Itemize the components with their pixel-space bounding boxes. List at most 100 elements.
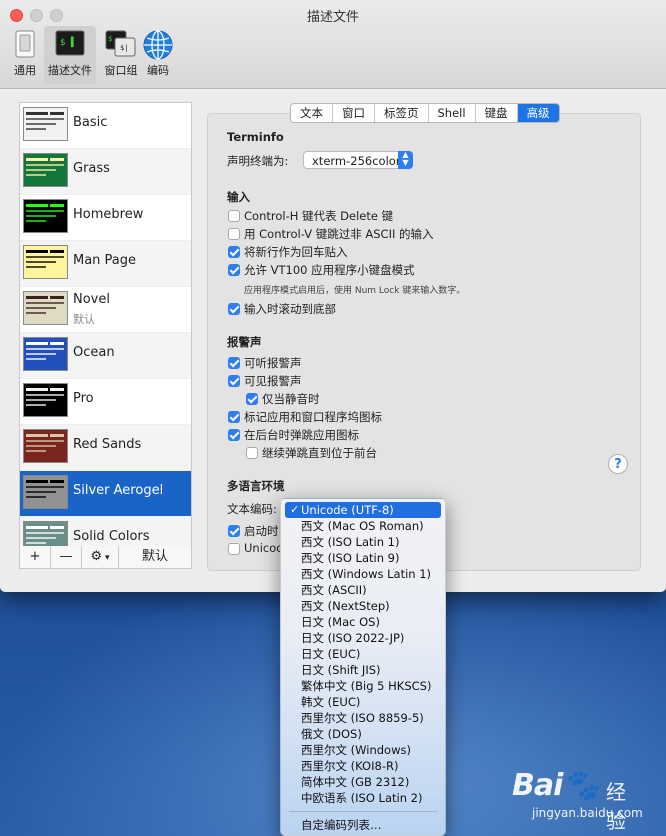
- unicode-east-asian-checkbox[interactable]: [228, 543, 240, 555]
- profile-name: Novel: [73, 292, 110, 307]
- encoding-menu-item[interactable]: 西文 (ASCII): [281, 582, 445, 598]
- profile-thumbnail: [23, 475, 68, 509]
- encoding-menu-item[interactable]: 繁体中文 (Big 5 HKSCS): [281, 678, 445, 694]
- encoding-menu-item[interactable]: 日文 (ISO 2022-JP): [281, 630, 445, 646]
- encoding-menu-item-label: 西文 (ISO Latin 1): [301, 535, 400, 549]
- encoding-menu-item[interactable]: 俄文 (DOS): [281, 726, 445, 742]
- bounce-until-front-checkbox[interactable]: [246, 447, 258, 459]
- toolbar-profiles[interactable]: $ ▌ 描述文件: [44, 26, 96, 84]
- tab-tabs[interactable]: 标签页: [375, 104, 429, 122]
- tab-window[interactable]: 窗口: [333, 104, 375, 122]
- profile-item[interactable]: Silver Aerogel: [20, 471, 191, 517]
- add-profile-button[interactable]: +: [20, 546, 51, 568]
- bounce-dock-icon-checkbox[interactable]: [228, 429, 240, 441]
- tab-advanced[interactable]: 高级: [517, 104, 559, 122]
- chevron-down-icon: ▾: [102, 553, 110, 563]
- profile-name: Man Page: [73, 253, 137, 268]
- profile-list: Basic Grass Homebrew Man Page Novel 默认 Ocean Pr…: [19, 102, 192, 563]
- badge-dock-icon-checkbox[interactable]: [228, 411, 240, 423]
- paste-newlines-label: 将新行作为回车贴入: [244, 245, 348, 259]
- profile-name: Grass: [73, 161, 110, 176]
- vt100-keypad-checkbox[interactable]: [228, 264, 240, 276]
- profile-list-controls: + — ⚙ ▾ 默认: [19, 546, 192, 569]
- encoding-menu-item[interactable]: 西文 (NextStep): [281, 598, 445, 614]
- globe-icon: [143, 30, 173, 60]
- terminal-type-select[interactable]: xterm-256color ▲ ▼: [303, 151, 413, 169]
- profile-item[interactable]: Ocean: [20, 333, 191, 379]
- encoding-menu-item[interactable]: 西里尔文 (ISO 8859-5): [281, 710, 445, 726]
- encoding-menu-item[interactable]: 西文 (ISO Latin 1): [281, 534, 445, 550]
- encoding-menu-item[interactable]: 西文 (Mac OS Roman): [281, 518, 445, 534]
- profile-item[interactable]: Basic: [20, 103, 191, 149]
- titlebar: 描述文件 通用 $ ▌ 描述文件 $ $| 窗口组 编码: [0, 0, 666, 89]
- encoding-menu-item[interactable]: 简体中文 (GB 2312): [281, 774, 445, 790]
- terminal-type-value: xterm-256color: [312, 154, 401, 168]
- set-locale-label: 启动时: [244, 524, 279, 538]
- profile-name: Basic: [73, 115, 108, 130]
- encoding-menu-item[interactable]: 中欧语系 (ISO Latin 2): [281, 790, 445, 806]
- encoding-popup-menu: ✓ Unicode (UTF-8) 西文 (Mac OS Roman) 西文 (ISO…: [280, 498, 446, 836]
- svg-text:$|: $|: [120, 44, 128, 52]
- encoding-menu-item-label: 中欧语系 (ISO Latin 2): [301, 791, 423, 805]
- encoding-menu-item-label: 西里尔文 (KOI8-R): [301, 759, 399, 773]
- profile-item[interactable]: Man Page: [20, 241, 191, 287]
- settings-tabs: 文本 窗口 标签页 Shell 键盘 高级: [290, 103, 560, 123]
- profile-thumbnail: [23, 107, 68, 141]
- encoding-menu-item-label: 西里尔文 (ISO 8859-5): [301, 711, 424, 725]
- encoding-menu-item-label: 西文 (ASCII): [301, 583, 367, 597]
- control-h-delete-checkbox[interactable]: [228, 210, 240, 222]
- visual-bell-checkbox[interactable]: [228, 375, 240, 387]
- profile-name: Silver Aerogel: [73, 483, 164, 498]
- encoding-menu-item-label: 日文 (Shift JIS): [301, 663, 381, 677]
- toolbar-general[interactable]: 通用: [0, 26, 50, 84]
- encoding-menu-item-label: 简体中文 (GB 2312): [301, 775, 410, 789]
- badge-dock-icon-label: 标记应用和窗口程序坞图标: [244, 410, 382, 424]
- encoding-menu-item[interactable]: 韩文 (EUC): [281, 694, 445, 710]
- scroll-on-input-label: 输入时滚动到底部: [244, 302, 336, 316]
- profile-item[interactable]: Pro: [20, 379, 191, 425]
- menu-separator: [289, 811, 437, 812]
- tab-shell[interactable]: Shell: [429, 104, 476, 122]
- set-locale-checkbox[interactable]: [228, 525, 240, 537]
- set-default-button[interactable]: 默认: [119, 546, 191, 568]
- encoding-menu-item[interactable]: 西里尔文 (Windows): [281, 742, 445, 758]
- control-h-delete-label: Control-H 键代表 Delete 键: [244, 209, 394, 223]
- profile-name: Homebrew: [73, 207, 144, 222]
- encoding-menu-item[interactable]: 西里尔文 (KOI8-R): [281, 758, 445, 774]
- profile-item[interactable]: Homebrew: [20, 195, 191, 241]
- customize-encodings-item[interactable]: 自定编码列表…: [281, 817, 445, 833]
- profile-thumbnail: [23, 291, 68, 325]
- audible-bell-checkbox[interactable]: [228, 357, 240, 369]
- tab-text[interactable]: 文本: [291, 104, 333, 122]
- only-when-muted-checkbox[interactable]: [246, 393, 258, 405]
- toolbar-encodings[interactable]: 编码: [134, 26, 182, 84]
- remove-profile-button[interactable]: —: [51, 546, 82, 568]
- encoding-menu-item[interactable]: 日文 (EUC): [281, 646, 445, 662]
- encoding-menu-item-label: 繁体中文 (Big 5 HKSCS): [301, 679, 432, 693]
- encoding-menu-item[interactable]: 西文 (Windows Latin 1): [281, 566, 445, 582]
- svg-text:$: $: [108, 35, 112, 43]
- profile-actions-button[interactable]: ⚙ ▾: [82, 546, 119, 568]
- profile-item[interactable]: Novel 默认: [20, 287, 191, 333]
- encoding-menu-item-label: 西文 (Windows Latin 1): [301, 567, 432, 581]
- scroll-on-input-checkbox[interactable]: [228, 303, 240, 315]
- encoding-menu-item-label: 西文 (NextStep): [301, 599, 390, 613]
- declare-terminal-label: 声明终端为:: [227, 154, 289, 168]
- encoding-menu-item[interactable]: 日文 (Shift JIS): [281, 662, 445, 678]
- encoding-menu-item[interactable]: ✓ Unicode (UTF-8): [285, 502, 441, 518]
- text-encoding-label: 文本编码:: [227, 502, 277, 516]
- watermark-url: jingyan.baidu.com: [532, 806, 643, 820]
- svg-text:$ ▌: $ ▌: [60, 36, 76, 48]
- encoding-menu-item[interactable]: 西文 (ISO Latin 9): [281, 550, 445, 566]
- terminal-icon: $ ▌: [55, 30, 85, 56]
- tab-keyboard[interactable]: 键盘: [476, 104, 518, 122]
- vt100-keypad-note: 应用程序模式启用后，使用 Num Lock 键来输入数字。: [244, 286, 466, 296]
- encoding-menu-item[interactable]: 日文 (Mac OS): [281, 614, 445, 630]
- profile-item[interactable]: Grass: [20, 149, 191, 195]
- paste-newlines-checkbox[interactable]: [228, 246, 240, 258]
- profile-item[interactable]: Red Sands: [20, 425, 191, 471]
- control-v-escape-checkbox[interactable]: [228, 228, 240, 240]
- profile-thumbnail: [23, 429, 68, 463]
- audible-bell-label: 可听报警声: [244, 356, 302, 370]
- help-button[interactable]: ?: [608, 454, 628, 474]
